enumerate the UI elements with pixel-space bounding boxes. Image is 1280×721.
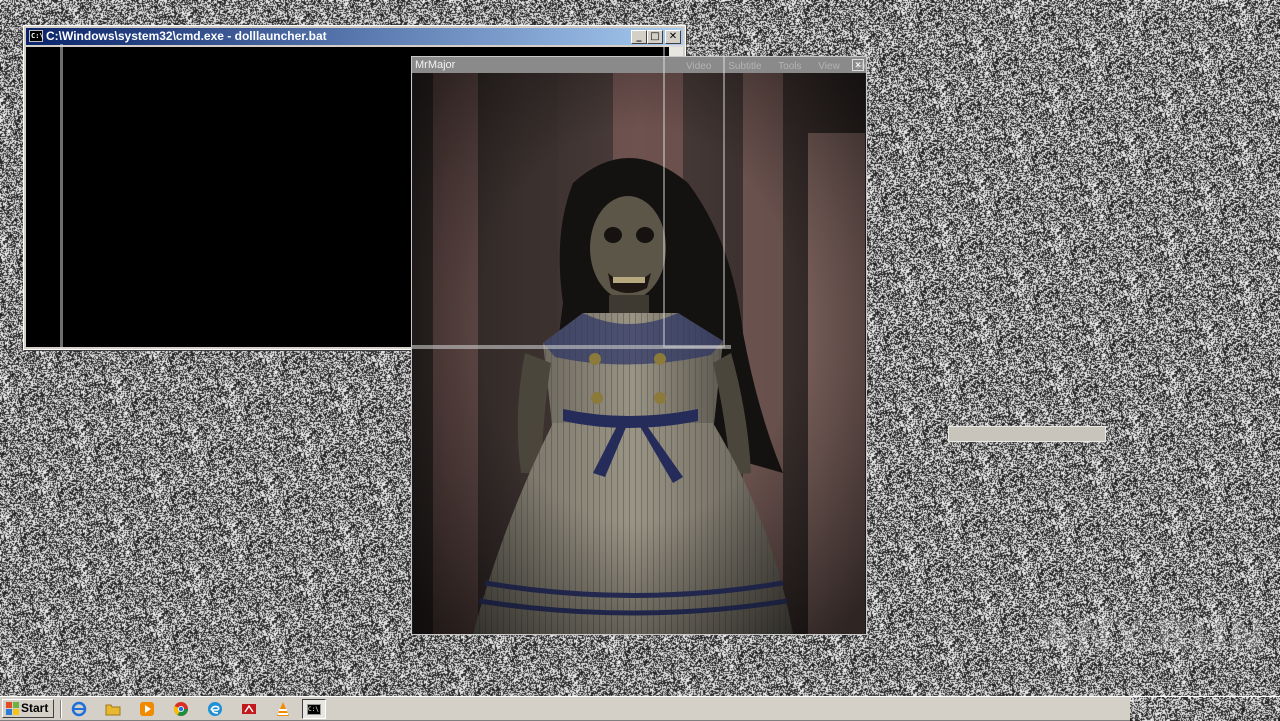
ghost-menu-view: View [818,61,840,72]
internet-explorer-icon[interactable] [70,700,88,718]
ghost-window-edge-bottom [411,345,731,349]
taskbar-separator [60,700,62,718]
ghost-menu-subtitle: Subtitle [728,61,762,72]
minimize-button[interactable]: _ [631,30,647,44]
close-button[interactable]: ✕ [665,30,681,44]
cmd-titlebar[interactable]: C:\ C:\Windows\system32\cmd.exe - dollla… [26,28,683,45]
start-label: Start [21,701,49,715]
start-button[interactable]: Start [2,699,54,718]
console-icon[interactable]: C:\ [29,30,44,42]
maximize-button[interactable]: □ [647,30,663,44]
floating-window-bar[interactable] [948,426,1106,442]
vlc-icon[interactable] [274,700,292,718]
cmd-task-icon: C:\ [307,703,321,715]
folder-icon[interactable] [104,700,122,718]
image-window-title: MrMajor [415,59,456,71]
ghost-window-panel [663,45,725,348]
cmd-window-title: C:\Windows\system32\cmd.exe - dolllaunch… [46,29,327,43]
taskbar-noise-area [1130,697,1280,721]
anyrun-watermark: ANY.RUN [1040,610,1266,661]
taskbar: Start C:\ [0,696,1280,721]
cmd-taskbar-button[interactable]: C:\ [302,699,326,719]
ghost-menu-tools: Tools [778,61,802,72]
image-window-close-button[interactable]: ✕ [852,59,864,71]
media-player-icon[interactable] [138,700,156,718]
edge-icon[interactable] [206,700,224,718]
windows-logo-icon [6,702,19,715]
ghost-window-edge [60,44,63,349]
acrobat-icon[interactable] [240,700,258,718]
creepy-doll-photo [413,73,865,634]
chrome-icon[interactable] [172,700,190,718]
image-window-titlebar[interactable]: MrMajor Video Subtitle Tools View He ✕ [412,57,866,73]
